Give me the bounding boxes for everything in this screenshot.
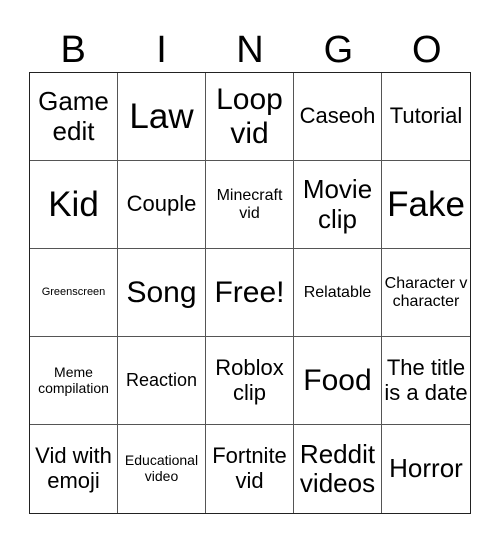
- bingo-cell[interactable]: Caseoh: [294, 73, 382, 161]
- bingo-cell[interactable]: Character v character: [382, 249, 470, 337]
- bingo-cell[interactable]: Game edit: [30, 73, 118, 161]
- bingo-cell[interactable]: Roblox clip: [206, 337, 294, 425]
- bingo-cell[interactable]: Educational video: [118, 425, 206, 513]
- bingo-cell[interactable]: Meme compilation: [30, 337, 118, 425]
- bingo-cell[interactable]: Movie clip: [294, 161, 382, 249]
- bingo-header: B I N G O: [29, 28, 471, 72]
- header-letter-b: B: [60, 29, 86, 71]
- bingo-cell[interactable]: Minecraft vid: [206, 161, 294, 249]
- bingo-cell[interactable]: Fortnite vid: [206, 425, 294, 513]
- bingo-cell[interactable]: Vid with emoji: [30, 425, 118, 513]
- bingo-cell[interactable]: Loop vid: [206, 73, 294, 161]
- bingo-cell[interactable]: Couple: [118, 161, 206, 249]
- bingo-cell[interactable]: Song: [118, 249, 206, 337]
- bingo-cell[interactable]: The title is a date: [382, 337, 470, 425]
- bingo-cell[interactable]: Law: [118, 73, 206, 161]
- bingo-cell[interactable]: Horror: [382, 425, 470, 513]
- bingo-cell[interactable]: Food: [294, 337, 382, 425]
- bingo-cell[interactable]: Greenscreen: [30, 249, 118, 337]
- header-letter-o: O: [411, 29, 442, 71]
- bingo-grid: Game edit Law Loop vid Caseoh Tutorial Kid Cou…: [29, 72, 471, 514]
- bingo-cell[interactable]: Reddit videos: [294, 425, 382, 513]
- bingo-cell[interactable]: Fake: [382, 161, 470, 249]
- header-letter-g: G: [323, 29, 354, 71]
- bingo-cell[interactable]: Kid: [30, 161, 118, 249]
- bingo-cell[interactable]: Free!: [206, 249, 294, 337]
- bingo-cell[interactable]: Relatable: [294, 249, 382, 337]
- header-letter-n: N: [236, 29, 264, 71]
- bingo-cell[interactable]: Tutorial: [382, 73, 470, 161]
- header-letter-i: I: [156, 29, 167, 71]
- bingo-cell[interactable]: Reaction: [118, 337, 206, 425]
